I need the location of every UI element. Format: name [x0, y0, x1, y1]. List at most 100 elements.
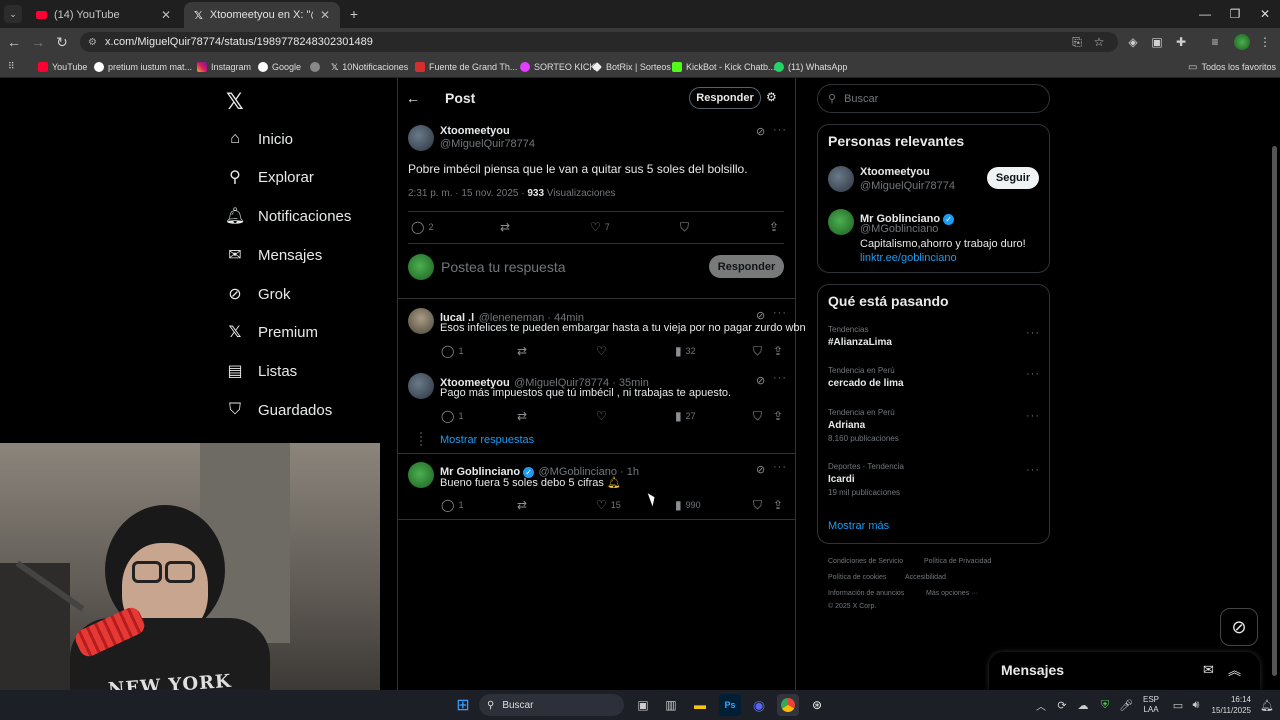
grok-icon[interactable]: ⊘	[756, 125, 765, 138]
close-tab-icon[interactable]: ✕	[161, 8, 171, 22]
avatar[interactable]	[408, 373, 434, 399]
bookmark-action[interactable]: ⛉	[753, 498, 762, 513]
app-icon[interactable]: ⊛	[806, 694, 828, 716]
site-info-icon[interactable]: ⚙	[88, 37, 97, 48]
more-options-icon[interactable]: ···	[773, 124, 787, 136]
trend-item[interactable]: Tendencias #AlianzaLima	[828, 325, 892, 348]
scrollbar[interactable]	[1272, 146, 1277, 676]
footer-link[interactable]: Información de anuncios	[828, 590, 904, 597]
avatar[interactable]	[408, 462, 434, 488]
like-action[interactable]: ♡ 7	[590, 220, 610, 234]
avatar[interactable]	[828, 209, 854, 235]
relevant-person-name[interactable]: Xtoomeetyou	[860, 166, 930, 178]
reply-action[interactable]: ◯ 1	[441, 498, 463, 512]
all-bookmarks-folder[interactable]: ▭ Todos los favoritos	[1188, 58, 1276, 76]
share-action[interactable]: ⇪	[773, 498, 783, 512]
like-action[interactable]: ♡ 15	[596, 498, 621, 512]
views-stat[interactable]: ▮ 990	[675, 498, 701, 512]
repost-action[interactable]: ⇄	[517, 498, 527, 512]
avatar[interactable]	[408, 125, 434, 151]
tab-search-button[interactable]: ⌄	[4, 5, 22, 23]
discord-icon[interactable]: ◉	[748, 694, 770, 716]
footer-link[interactable]: Condiciones de Servicio	[828, 558, 903, 565]
new-message-icon[interactable]: ✉	[1203, 662, 1214, 678]
like-action[interactable]: ♡	[596, 344, 611, 358]
chrome-menu-icon[interactable]: ⋮	[1256, 33, 1274, 51]
footer-link[interactable]: Política de cookies	[828, 574, 886, 581]
trend-item[interactable]: Deportes · Tendencia Icardi 19 mil publica…	[828, 462, 904, 497]
repost-action[interactable]: ⇄	[517, 344, 527, 358]
bookmark-action[interactable]: ⛉	[753, 409, 762, 424]
avatar[interactable]	[828, 166, 854, 192]
close-tab-icon[interactable]: ✕	[320, 8, 330, 22]
file-explorer-icon[interactable]: ▬	[689, 694, 711, 716]
new-tab-button[interactable]: +	[346, 5, 362, 23]
relevant-person-handle[interactable]: @MiguelQuir78774	[860, 180, 955, 192]
share-action[interactable]: ⇪	[773, 344, 783, 358]
bookmark-fuente-gta[interactable]: Fuente de Grand Th...	[415, 58, 517, 76]
bookmark-pretium[interactable]: pretium iustum mat...	[94, 58, 192, 76]
views-stat[interactable]: ▮ 32	[675, 344, 696, 358]
app-icon[interactable]: ▥	[660, 694, 682, 716]
post-author-name[interactable]: Xtoomeetyou	[440, 125, 510, 137]
nav-messages[interactable]: ✉ Mensajes	[226, 240, 322, 270]
grok-icon[interactable]: ⊘	[756, 463, 765, 476]
bookmark-sorteo-kick[interactable]: SORTEO KICK	[520, 58, 595, 76]
windows-start-icon[interactable]: ⊞	[452, 694, 474, 716]
post-author-handle[interactable]: @MiguelQuir78774	[440, 138, 535, 150]
back-icon[interactable]: ←	[4, 32, 24, 52]
apps-grid-icon[interactable]: ⠿	[8, 61, 18, 71]
share-action[interactable]: ⇪	[769, 220, 779, 234]
more-options-icon[interactable]: ···	[773, 461, 787, 473]
tab-youtube[interactable]: (14) YouTube ✕	[26, 2, 181, 28]
grok-icon[interactable]: ⊘	[756, 374, 765, 387]
bookmark-google[interactable]: Google	[258, 58, 301, 76]
nav-explore[interactable]: ⚲ Explorar	[226, 162, 314, 192]
bookmark-10notificaciones[interactable]: 𝕏 10Notificaciones	[331, 58, 408, 76]
reply-header-button[interactable]: Responder	[689, 87, 761, 109]
reply-action[interactable]: ◯ 2	[411, 220, 433, 234]
maximize-icon[interactable]: ❐	[1218, 0, 1252, 28]
nav-premium[interactable]: 𝕏 Premium	[226, 317, 318, 347]
search-input[interactable]: ⚲ Buscar	[817, 84, 1050, 113]
bookmark-instagram[interactable]: Instagram	[197, 58, 251, 76]
bookmark-kickbot[interactable]: KickBot - Kick Chatb...	[672, 58, 776, 76]
notification-bell-icon[interactable]: 🔔︎	[1256, 694, 1278, 716]
follow-button[interactable]: Seguir	[987, 167, 1039, 189]
more-options-icon[interactable]: ···	[1026, 368, 1040, 380]
footer-link[interactable]: Accesibilidad	[905, 574, 946, 581]
relevant-person-link[interactable]: linktr.ee/goblinciano	[860, 252, 957, 264]
x-home-logo-icon[interactable]: 𝕏	[226, 89, 244, 115]
bookmark-botrix[interactable]: BotRix | Sorteos	[592, 58, 671, 76]
reply-submit-button[interactable]: Responder	[709, 255, 784, 278]
install-app-icon[interactable]: ⎘	[1068, 33, 1086, 51]
reload-icon[interactable]: ↻	[52, 32, 72, 52]
nav-lists[interactable]: ▤ Listas	[226, 356, 297, 386]
nav-home[interactable]: ⌂ Inicio	[226, 124, 293, 154]
show-more-link[interactable]: Mostrar más	[828, 520, 889, 532]
like-action[interactable]: ♡	[596, 409, 611, 423]
taskbar-search[interactable]: ⚲ Buscar	[479, 694, 624, 716]
bookmark-star-icon[interactable]: ☆	[1090, 33, 1108, 51]
more-options-icon[interactable]: ···	[1026, 327, 1040, 339]
taskbar-clock[interactable]: 16:14 15/11/2025	[1207, 694, 1251, 716]
repost-action[interactable]: ⇄	[517, 409, 527, 423]
close-window-icon[interactable]: ✕	[1248, 0, 1280, 28]
photoshop-icon[interactable]: Ps	[719, 694, 741, 716]
show-replies-link[interactable]: Mostrar respuestas	[440, 434, 534, 446]
tray-chevron-icon[interactable]: ︿	[1030, 694, 1052, 716]
reply-action[interactable]: ◯ 1	[441, 344, 463, 358]
tray-microphone-icon[interactable]: 🎤︎	[1115, 694, 1137, 716]
profile-avatar[interactable]	[1234, 34, 1250, 50]
reply-action[interactable]: ◯ 1	[441, 409, 463, 423]
trend-item[interactable]: Tendencia en Perú Adriana 8.160 publicacio…	[828, 408, 899, 443]
more-options-icon[interactable]: ···	[1026, 464, 1040, 476]
back-arrow-icon[interactable]: ←	[406, 90, 420, 106]
collapse-chevron-icon[interactable]: ︽	[1228, 660, 1241, 679]
avatar[interactable]	[408, 308, 434, 334]
nav-notifications[interactable]: 🔔︎ Notificaciones	[225, 201, 352, 231]
forward-icon[interactable]: →	[28, 32, 48, 52]
repost-action[interactable]: ⇄	[500, 220, 510, 234]
address-bar[interactable]: ⚙ x.com/MiguelQuir78774/status/198977824…	[80, 32, 1118, 52]
share-action[interactable]: ⇪	[773, 409, 783, 423]
